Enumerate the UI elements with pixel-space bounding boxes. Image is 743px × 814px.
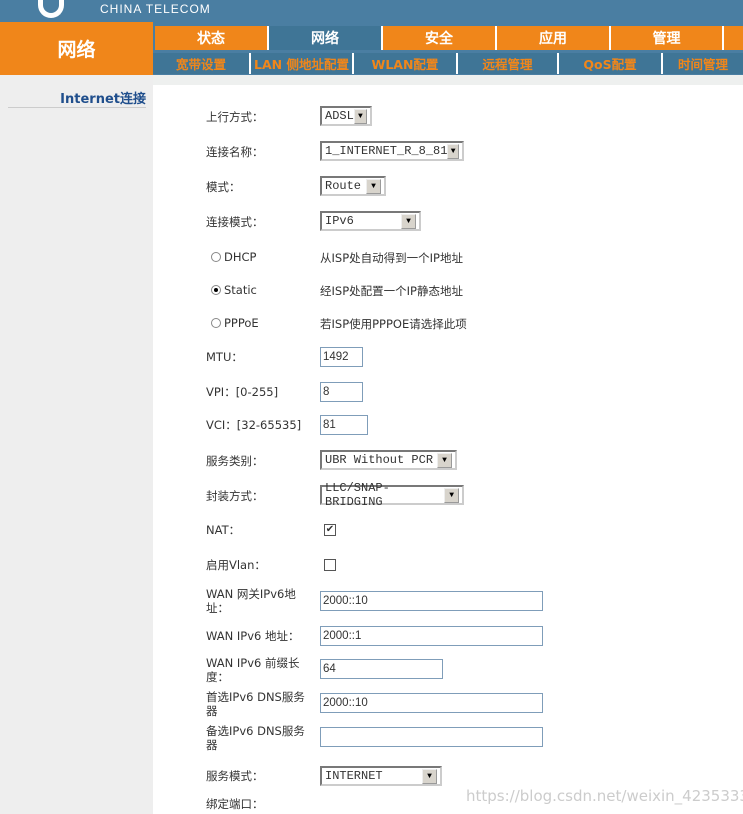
chevron-down-icon: ▼	[401, 213, 416, 229]
chevron-down-icon: ▼	[444, 487, 459, 503]
dns2-label-line1: 备选IPv6 DNS服务	[206, 724, 305, 738]
mtu-input[interactable]	[320, 347, 363, 367]
prefix-label: WAN IPv6 前缀长 度：	[206, 656, 299, 684]
chevron-down-icon: ▼	[353, 108, 367, 124]
svc-mode-value: INTERNET	[325, 769, 383, 783]
static-desc: 经ISP处配置一个IP静态地址	[320, 284, 463, 298]
service-select[interactable]: UBR Without PCR ▼	[320, 450, 457, 470]
dhcp-desc: 从ISP处自动得到一个IP地址	[320, 251, 463, 265]
tab-status[interactable]: 状态	[155, 26, 269, 50]
svc-mode-label: 服务模式：	[206, 769, 264, 783]
subtab-time[interactable]: 时间管理	[663, 53, 743, 74]
service-value: UBR Without PCR	[325, 453, 434, 467]
mode-value: Route	[325, 179, 362, 193]
service-label: 服务类别：	[206, 454, 264, 468]
subtab-qos[interactable]: QoS配置	[559, 53, 663, 74]
uplink-value: ADSL	[325, 109, 354, 123]
conn-name-label: 连接名称：	[206, 145, 264, 159]
mode-label: 模式：	[206, 180, 241, 194]
chevron-down-icon: ▼	[422, 768, 437, 784]
vci-input[interactable]	[320, 415, 368, 435]
subtab-wlan[interactable]: WLAN配置	[354, 53, 458, 74]
vlan-label: 启用Vlan：	[206, 558, 266, 572]
prefix-label-line1: WAN IPv6 前缀长	[206, 656, 300, 670]
radio-icon	[211, 318, 221, 328]
radio-pppoe-label: PPPoE	[224, 316, 259, 330]
conn-mode-select[interactable]: IPv6 ▼	[320, 211, 421, 231]
tab-more[interactable]	[724, 26, 743, 50]
radio-dhcp-label: DHCP	[224, 250, 257, 264]
nat-label: NAT：	[206, 523, 241, 537]
uplink-label: 上行方式：	[206, 110, 264, 124]
subtab-lan[interactable]: LAN 侧地址配置	[251, 53, 354, 74]
header-bar: CHINA TELECOM	[0, 0, 743, 22]
uplink-select[interactable]: ADSL ▼	[320, 106, 372, 126]
logo-icon	[38, 0, 64, 18]
dns1-input[interactable]	[320, 693, 543, 713]
prefix-label-line2: 度：	[206, 670, 229, 684]
watermark: https://blog.csdn.net/weixin_42353331	[466, 787, 743, 805]
tab-apps[interactable]: 应用	[497, 26, 611, 50]
nat-checkbox[interactable]: ✔	[324, 524, 336, 536]
conn-name-value: 1_INTERNET_R_8_81	[325, 144, 448, 158]
subtab-remote[interactable]: 远程管理	[458, 53, 559, 74]
conn-mode-value: IPv6	[325, 214, 354, 228]
encap-label: 封装方式：	[206, 489, 264, 503]
prefix-input[interactable]	[320, 659, 443, 679]
encap-select[interactable]: LLC/SNAP-BRIDGING ▼	[320, 481, 464, 509]
mtu-label: MTU：	[206, 350, 243, 364]
radio-static-label: Static	[224, 283, 257, 297]
dns1-label: 首选IPv6 DNS服务器	[206, 690, 305, 718]
chevron-down-icon: ▼	[366, 178, 381, 194]
gw-label-line1: WAN 网关IPv6地	[206, 587, 296, 601]
dns2-label: 备选IPv6 DNS服务器	[206, 724, 305, 752]
content-strip	[153, 75, 743, 85]
addr-label: WAN IPv6 地址：	[206, 629, 300, 643]
addr-input[interactable]	[320, 626, 543, 646]
gw-label: WAN 网关IPv6地 址：	[206, 587, 296, 615]
sidebar-item-internet[interactable]: Internet连接	[8, 88, 146, 108]
vpi-input[interactable]	[320, 382, 363, 402]
subtab-broadband[interactable]: 宽带设置	[153, 53, 251, 74]
sidebar	[0, 75, 153, 814]
gw-label-line2: 址：	[206, 601, 229, 615]
conn-name-select[interactable]: 1_INTERNET_R_8_81 ▼	[320, 141, 464, 161]
tab-manage[interactable]: 管理	[611, 26, 724, 50]
section-title: 网络	[0, 22, 153, 75]
dns1-label-line2: 器	[206, 704, 218, 718]
conn-mode-label: 连接模式：	[206, 215, 264, 229]
radio-icon	[211, 285, 221, 295]
pppoe-desc: 若ISP使用PPPOE请选择此项	[320, 317, 467, 331]
radio-static[interactable]: Static	[211, 283, 257, 297]
tab-security[interactable]: 安全	[383, 26, 497, 50]
dns2-input[interactable]	[320, 727, 543, 747]
bind-label: 绑定端口：	[206, 797, 264, 811]
encap-value: LLC/SNAP-BRIDGING	[325, 481, 390, 509]
radio-icon	[211, 252, 221, 262]
mode-select[interactable]: Route ▼	[320, 176, 386, 196]
tab-network[interactable]: 网络	[269, 26, 383, 50]
vlan-checkbox[interactable]	[324, 559, 336, 571]
vci-label: VCI：[32-65535]	[206, 418, 302, 432]
radio-pppoe[interactable]: PPPoE	[211, 316, 259, 330]
dns2-label-line2: 器	[206, 738, 218, 752]
dns1-label-line1: 首选IPv6 DNS服务	[206, 690, 305, 704]
vpi-label: VPI：[0-255]	[206, 385, 279, 399]
chevron-down-icon: ▼	[437, 452, 452, 468]
chevron-down-icon: ▼	[447, 143, 459, 159]
gw-input[interactable]	[320, 591, 543, 611]
radio-dhcp[interactable]: DHCP	[211, 250, 256, 264]
brand-text: CHINA TELECOM	[100, 2, 211, 16]
svc-mode-select[interactable]: INTERNET ▼	[320, 766, 442, 786]
